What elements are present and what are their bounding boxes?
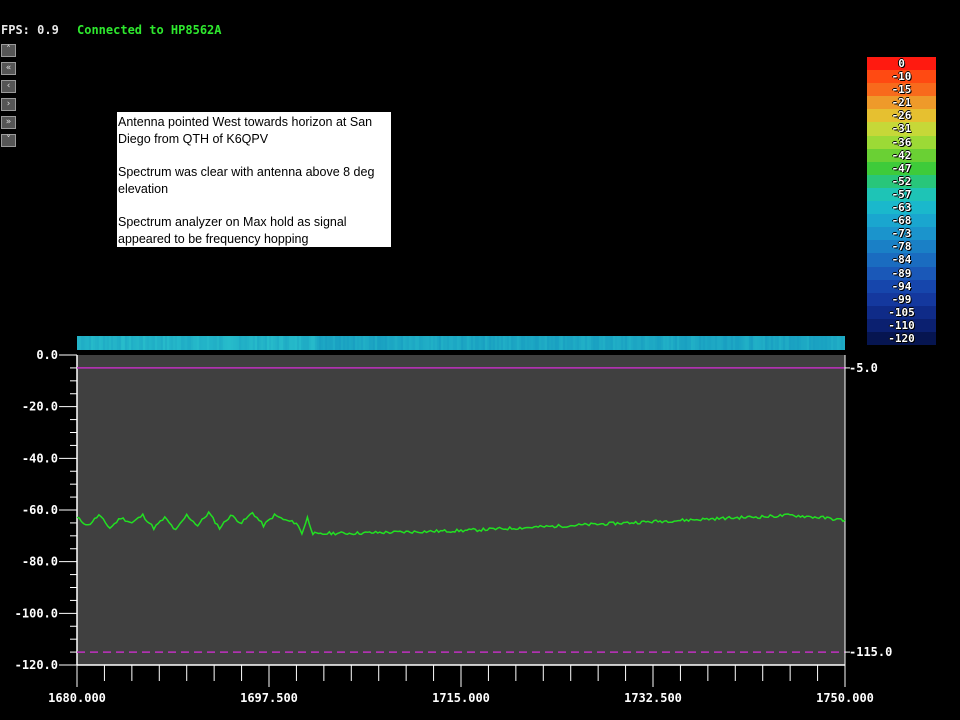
y-tick-label: -60.0 <box>22 503 58 517</box>
y-tick-label: -100.0 <box>15 606 58 620</box>
x-tick-label: 1715.000 <box>432 691 490 705</box>
x-tick-label: 1750.000 <box>816 691 874 705</box>
marker-label: -115.0 <box>849 645 892 659</box>
y-tick-label: -20.0 <box>22 400 58 414</box>
marker-label: -5.0 <box>849 361 878 375</box>
plot-area <box>77 355 845 665</box>
y-tick-label: -120.0 <box>15 658 58 672</box>
y-tick-label: -80.0 <box>22 555 58 569</box>
x-tick-label: 1697.500 <box>240 691 298 705</box>
y-tick-label: -40.0 <box>22 451 58 465</box>
y-tick-label: 0.0 <box>36 348 58 362</box>
x-tick-label: 1732.500 <box>624 691 682 705</box>
x-tick-label: 1680.000 <box>48 691 106 705</box>
spectrum-chart: 0.0 -20.0 -40.0 -60.0 -80.0 -100.0 -120.0 1680.… <box>15 348 893 705</box>
